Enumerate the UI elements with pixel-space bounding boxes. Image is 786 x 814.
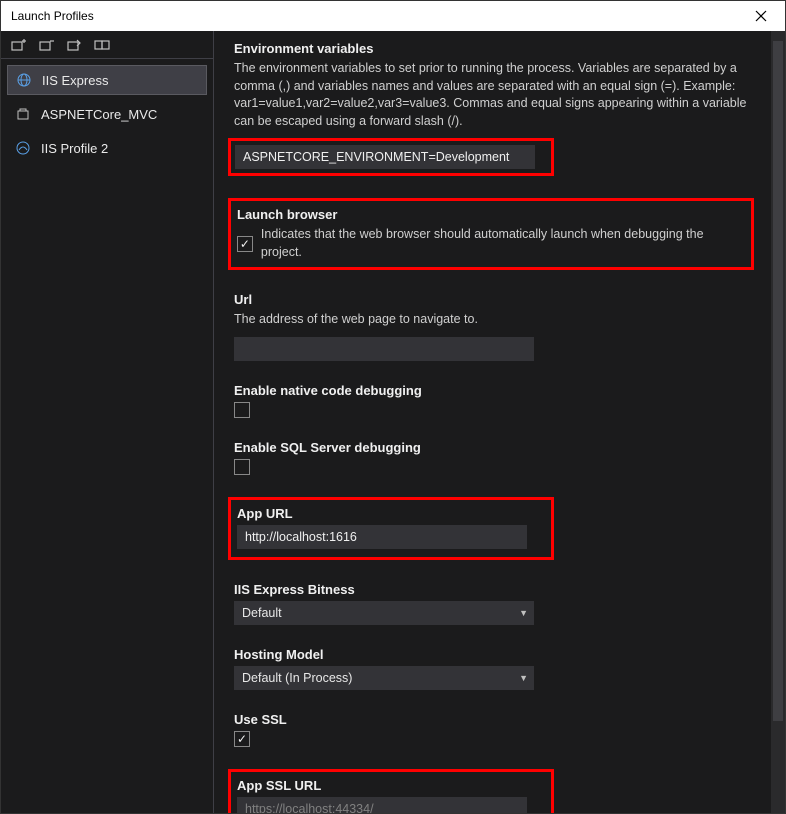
section-use-ssl: Use SSL <box>234 712 755 747</box>
section-app-url: App URL <box>234 497 755 560</box>
section-native-debugging: Enable native code debugging <box>234 383 755 418</box>
profile-item-iis-express[interactable]: IIS Express <box>7 65 207 95</box>
hosting-select[interactable]: Default (In Process) ▼ <box>234 666 534 690</box>
profile-item-aspnetcore-mvc[interactable]: ASPNETCore_MVC <box>7 99 207 129</box>
close-button[interactable] <box>745 4 777 28</box>
profile-list: IIS Express ASPNETCore_MVC IIS Profile 2 <box>1 59 213 169</box>
main-area: IIS Express ASPNETCore_MVC IIS Profile 2 <box>1 31 785 813</box>
new-profile-button[interactable] <box>9 36 27 54</box>
section-iis-bitness: IIS Express Bitness Default ▼ <box>234 582 755 625</box>
section-environment-variables: Environment variables The environment va… <box>234 41 755 176</box>
project-icon <box>15 106 31 122</box>
highlight-app-url: App URL <box>228 497 554 560</box>
url-desc: The address of the web page to navigate … <box>234 311 755 329</box>
sql-title: Enable SQL Server debugging <box>234 440 755 455</box>
profile-item-label: IIS Express <box>42 73 108 88</box>
title-bar: Launch Profiles <box>1 1 785 31</box>
globe-icon <box>16 72 32 88</box>
sidebar-toolbar <box>1 31 213 59</box>
appurl-input[interactable] <box>237 525 527 549</box>
launch-profiles-window: Launch Profiles <box>0 0 786 814</box>
profile-item-label: ASPNETCore_MVC <box>41 107 157 122</box>
url-title: Url <box>234 292 755 307</box>
sslurl-input[interactable] <box>237 797 527 814</box>
settings-panel[interactable]: Environment variables The environment va… <box>214 31 785 813</box>
scrollbar-track[interactable] <box>771 31 785 813</box>
delete-profile-icon <box>38 38 54 52</box>
url-input[interactable] <box>234 337 534 361</box>
ssl-checkbox[interactable] <box>234 731 250 747</box>
section-url: Url The address of the web page to navig… <box>234 292 755 361</box>
sslurl-title: App SSL URL <box>237 778 545 793</box>
launch-browser-checkbox[interactable] <box>237 236 253 252</box>
delete-profile-button[interactable] <box>37 36 55 54</box>
appurl-title: App URL <box>237 506 545 521</box>
close-icon <box>755 10 767 22</box>
sidebar: IIS Express ASPNETCore_MVC IIS Profile 2 <box>1 31 214 813</box>
section-hosting-model: Hosting Model Default (In Process) ▼ <box>234 647 755 690</box>
highlight-ssl-url: App SSL URL <box>228 769 554 814</box>
duplicate-profile-button[interactable] <box>93 36 111 54</box>
profile-item-label: IIS Profile 2 <box>41 141 108 156</box>
native-title: Enable native code debugging <box>234 383 755 398</box>
sql-checkbox[interactable] <box>234 459 250 475</box>
bitness-value: Default <box>242 606 282 620</box>
env-input[interactable] <box>235 145 535 169</box>
bitness-select[interactable]: Default ▼ <box>234 601 534 625</box>
content-wrap: Environment variables The environment va… <box>214 31 785 813</box>
launch-browser-label: Indicates that the web browser should au… <box>261 226 745 261</box>
chevron-down-icon: ▼ <box>519 608 528 618</box>
scrollbar-thumb[interactable] <box>773 41 783 721</box>
hosting-title: Hosting Model <box>234 647 755 662</box>
new-profile-icon <box>10 38 26 52</box>
chevron-down-icon: ▼ <box>519 673 528 683</box>
ssl-title: Use SSL <box>234 712 755 727</box>
profile-item-iis-profile-2[interactable]: IIS Profile 2 <box>7 133 207 163</box>
iis-icon <box>15 140 31 156</box>
highlight-launch-browser: Launch browser Indicates that the web br… <box>228 198 754 270</box>
duplicate-profile-icon <box>94 38 110 52</box>
rename-profile-icon <box>66 38 82 52</box>
launch-browser-title: Launch browser <box>237 207 745 222</box>
native-checkbox[interactable] <box>234 402 250 418</box>
section-launch-browser: Launch browser Indicates that the web br… <box>234 198 755 270</box>
env-title: Environment variables <box>234 41 755 56</box>
section-sql-debugging: Enable SQL Server debugging <box>234 440 755 475</box>
launch-browser-row: Indicates that the web browser should au… <box>237 226 745 261</box>
section-app-ssl-url: App SSL URL <box>234 769 755 814</box>
highlight-env <box>228 138 554 176</box>
window-title: Launch Profiles <box>11 9 94 23</box>
hosting-value: Default (In Process) <box>242 671 352 685</box>
rename-profile-button[interactable] <box>65 36 83 54</box>
bitness-title: IIS Express Bitness <box>234 582 755 597</box>
env-desc: The environment variables to set prior t… <box>234 60 755 130</box>
